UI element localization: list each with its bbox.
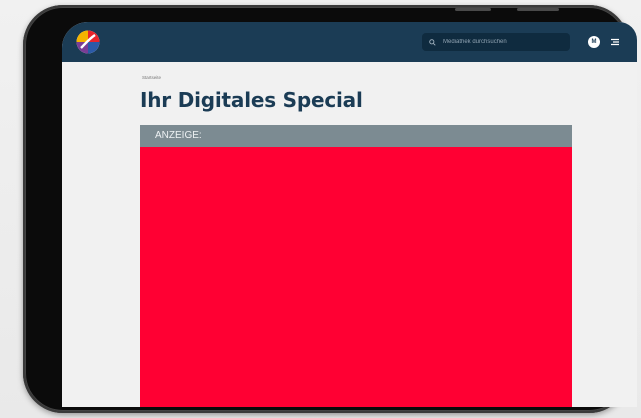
page-title: Ihr Digitales Special [140,88,363,112]
site-header: M [62,22,637,62]
search-icon [429,38,436,46]
menu-icon[interactable] [609,36,621,48]
search-bar[interactable] [422,33,570,51]
tablet-top-button-2 [517,8,559,11]
avatar[interactable]: M [588,36,600,48]
ad-area[interactable] [140,147,572,407]
ad-label-bar: ANZEIGE: [140,125,572,147]
tablet-frame: M Startseite Ihr Digitales Special ANZEI… [23,5,637,413]
tablet-top-button [455,8,491,11]
search-input[interactable] [441,38,555,46]
tablet-screen: M Startseite Ihr Digitales Special ANZEI… [62,22,637,407]
ad-label: ANZEIGE: [155,130,202,141]
sat1-logo-icon[interactable] [76,30,100,54]
breadcrumb[interactable]: Startseite [142,75,161,80]
